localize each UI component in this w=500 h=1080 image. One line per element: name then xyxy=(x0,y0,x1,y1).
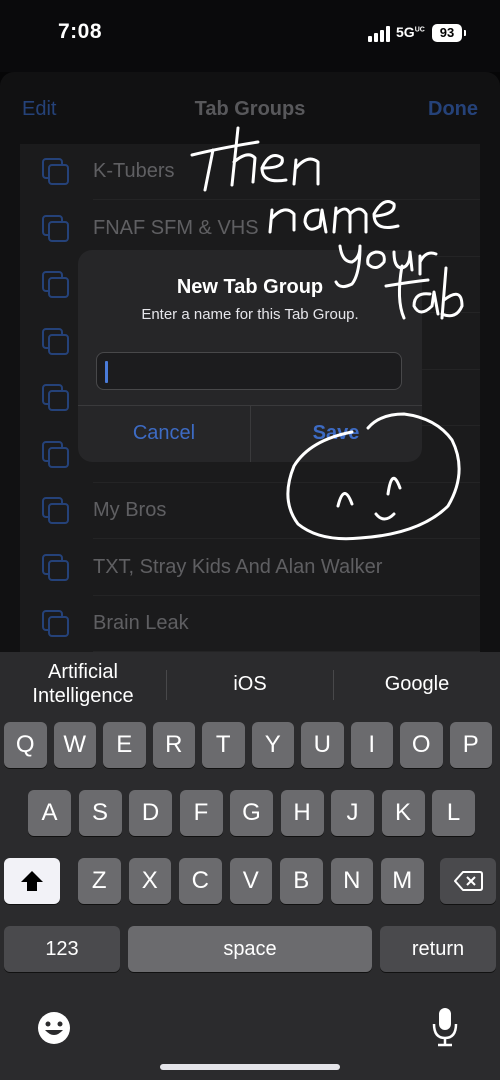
keyboard: Artificial Intelligence iOS Google QWERT… xyxy=(0,652,500,1080)
key-k[interactable]: K xyxy=(381,790,425,836)
key-a[interactable]: A xyxy=(28,790,71,836)
dialog-message: Enter a name for this Tab Group. xyxy=(141,306,359,323)
numbers-key[interactable]: 123 xyxy=(4,926,120,972)
key-g[interactable]: G xyxy=(230,790,273,836)
space-key[interactable]: space xyxy=(128,926,372,972)
shift-icon xyxy=(21,871,43,891)
home-indicator xyxy=(160,1064,340,1070)
key-s[interactable]: S xyxy=(78,790,122,836)
dialog-title: New Tab Group xyxy=(176,276,324,298)
key-b[interactable]: B xyxy=(280,858,323,904)
tab-group-name-input[interactable] xyxy=(96,352,402,390)
key-n[interactable]: N xyxy=(330,858,373,904)
key-d[interactable]: D xyxy=(129,790,172,836)
delete-key[interactable] xyxy=(440,858,496,904)
save-button[interactable]: Save xyxy=(250,405,422,462)
key-q[interactable]: Q xyxy=(4,722,47,768)
new-tab-group-dialog: New Tab Group Enter a name for this Tab … xyxy=(78,250,422,462)
key-w[interactable]: W xyxy=(53,722,96,768)
key-f[interactable]: F xyxy=(179,790,223,836)
text-cursor xyxy=(105,361,108,383)
key-i[interactable]: I xyxy=(350,722,393,768)
shift-key[interactable] xyxy=(4,858,60,904)
key-o[interactable]: O xyxy=(400,722,443,768)
suggestion-2[interactable]: iOS xyxy=(167,652,333,716)
key-c[interactable]: C xyxy=(179,858,222,904)
status-time: 7:08 xyxy=(58,20,103,43)
delete-icon xyxy=(454,871,483,891)
key-r[interactable]: R xyxy=(152,722,195,768)
key-v[interactable]: V xyxy=(229,858,272,904)
key-m[interactable]: M xyxy=(381,858,424,904)
suggestion-3[interactable]: Google xyxy=(334,652,500,716)
emoji-icon[interactable] xyxy=(36,1010,72,1051)
network-indicator: 5GUC xyxy=(396,24,425,40)
key-y[interactable]: Y xyxy=(251,722,294,768)
key-u[interactable]: U xyxy=(301,722,344,768)
battery-icon: 93 xyxy=(432,24,466,42)
key-x[interactable]: X xyxy=(128,858,171,904)
key-p[interactable]: P xyxy=(449,722,492,768)
key-l[interactable]: L xyxy=(432,790,475,836)
key-e[interactable]: E xyxy=(103,722,146,768)
microphone-icon[interactable] xyxy=(430,1006,460,1053)
key-h[interactable]: H xyxy=(280,790,324,836)
suggestion-1[interactable]: Artificial Intelligence xyxy=(0,652,166,716)
key-j[interactable]: J xyxy=(331,790,374,836)
status-bar: 7:08 5GUC 93 xyxy=(0,0,500,70)
key-t[interactable]: T xyxy=(202,722,245,768)
cancel-button[interactable]: Cancel xyxy=(78,405,250,462)
return-key[interactable]: return xyxy=(380,926,496,972)
key-z[interactable]: Z xyxy=(78,858,121,904)
signal-icon xyxy=(368,26,392,42)
